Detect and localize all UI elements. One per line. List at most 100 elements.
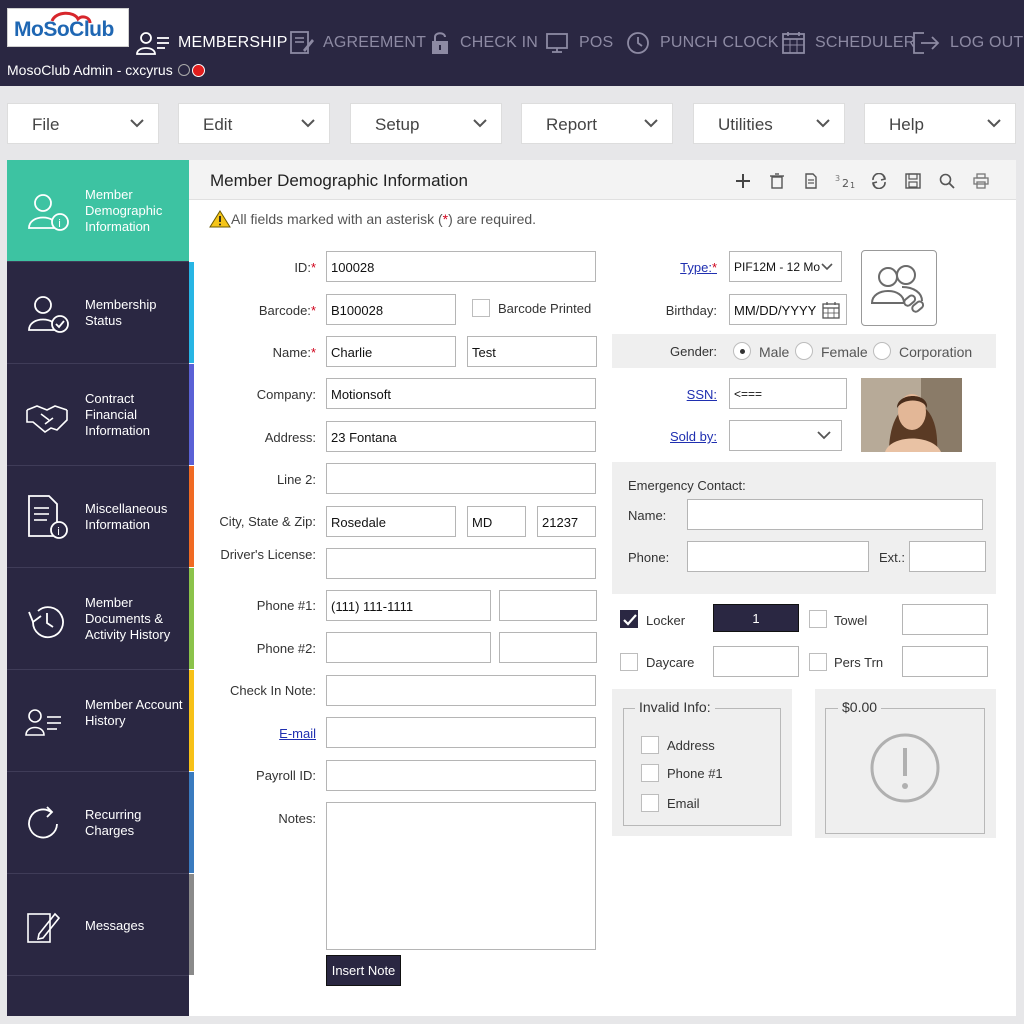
nav-check-in-label: CHECK IN <box>460 34 538 52</box>
type-link[interactable]: Type:* <box>629 260 717 275</box>
company-input[interactable]: Motionsoft <box>326 378 596 409</box>
ssn-input[interactable]: <=== <box>729 378 847 409</box>
sidebar-item-account-history[interactable]: Member Account History <box>7 670 189 772</box>
barcode-printed-checkbox[interactable] <box>472 299 490 317</box>
sidebar-item-miscellaneous[interactable]: i Miscellaneous Information <box>7 466 189 568</box>
pers-trn-input[interactable] <box>902 646 988 677</box>
monitor-icon <box>545 30 571 56</box>
nav-punch-clock[interactable]: PUNCH CLOCK <box>626 26 779 60</box>
nav-membership[interactable]: MEMBERSHIP <box>136 26 288 60</box>
menu-report[interactable]: Report <box>521 103 673 144</box>
invalid-address-checkbox[interactable] <box>641 736 659 754</box>
nav-log-out[interactable]: LOG OUT <box>912 26 1023 60</box>
sidebar-item-recurring-charges[interactable]: Recurring Charges <box>7 772 189 874</box>
gender-male-radio[interactable] <box>733 342 751 360</box>
state-input[interactable]: MD <box>467 506 526 537</box>
gender-label: Gender: <box>629 344 717 359</box>
towel-checkbox[interactable] <box>809 610 827 628</box>
payroll-id-label: Payroll ID: <box>199 768 316 783</box>
main-panel: i Member Demographic Information Members… <box>7 160 1016 1016</box>
sold-by-select[interactable] <box>729 420 842 451</box>
towel-input[interactable] <box>902 604 988 635</box>
check-in-note-input[interactable] <box>326 675 596 706</box>
emergency-phone-input[interactable] <box>687 541 869 572</box>
menu-help[interactable]: Help <box>864 103 1016 144</box>
status-red-icon[interactable] <box>192 64 205 77</box>
gender-female-radio[interactable] <box>795 342 813 360</box>
link-members-button[interactable] <box>861 250 937 326</box>
nav-pos[interactable]: POS <box>545 26 613 60</box>
pers-trn-checkbox[interactable] <box>809 653 827 671</box>
nav-scheduler[interactable]: SCHEDULER <box>781 26 916 60</box>
sidebar-item-contract-financial[interactable]: Contract Financial Information <box>7 364 189 466</box>
phone1-ext-input[interactable] <box>499 590 597 621</box>
sidebar: i Member Demographic Information Members… <box>7 160 189 1016</box>
form-title-bar: Member Demographic Information 321 <box>189 160 1016 200</box>
line2-input[interactable] <box>326 463 596 494</box>
sidebar-item-messages[interactable]: Messages <box>7 874 189 976</box>
nav-check-in[interactable]: CHECK IN <box>430 26 538 60</box>
drivers-license-label: Driver's License: <box>199 547 316 562</box>
last-name-input[interactable]: Test <box>467 336 597 367</box>
moso-club-logo[interactable]: MoSoClub <box>7 8 129 47</box>
invalid-email-checkbox[interactable] <box>641 794 659 812</box>
nav-agreement[interactable]: AGREEMENT <box>289 26 426 60</box>
sidebar-item-label: Member Documents & Activity History <box>85 595 185 643</box>
email-link[interactable]: E-mail <box>199 726 316 741</box>
menu-utilities[interactable]: Utilities <box>693 103 845 144</box>
chevron-down-icon <box>644 118 658 128</box>
delete-button[interactable] <box>760 170 794 192</box>
invalid-phone-label: Phone #1 <box>667 766 723 781</box>
sidebar-item-documents-history[interactable]: Member Documents & Activity History <box>7 568 189 670</box>
daycare-input[interactable] <box>713 646 799 677</box>
menu-setup[interactable]: Setup <box>350 103 502 144</box>
emergency-name-input[interactable] <box>687 499 983 530</box>
city-input[interactable]: Rosedale <box>326 506 456 537</box>
daycare-checkbox[interactable] <box>620 653 638 671</box>
save-button[interactable] <box>896 170 930 192</box>
menu-edit[interactable]: Edit <box>178 103 330 144</box>
status-ring-icon[interactable] <box>178 64 190 76</box>
drivers-license-input[interactable] <box>326 548 596 579</box>
phone1-input[interactable]: (111) 111-1111 <box>326 590 491 621</box>
content-area: Member Demographic Information 321 <box>189 160 1016 1016</box>
email-input[interactable] <box>326 717 596 748</box>
logo-text-club: Club <box>69 18 114 41</box>
refresh-button[interactable] <box>862 170 896 192</box>
search-button[interactable] <box>930 170 964 192</box>
sold-by-link[interactable]: Sold by: <box>629 429 717 444</box>
emergency-ext-label: Ext.: <box>879 550 905 565</box>
id-input[interactable]: 100028 <box>326 251 596 282</box>
menu-file[interactable]: File <box>7 103 159 144</box>
payroll-id-input[interactable] <box>326 760 596 791</box>
sidebar-item-membership-status[interactable]: Membership Status <box>7 262 189 364</box>
ssn-link[interactable]: SSN: <box>629 387 717 402</box>
phone2-ext-input[interactable] <box>499 632 597 663</box>
notes-label: Notes: <box>199 811 316 826</box>
phone2-input[interactable] <box>326 632 491 663</box>
sidebar-item-label: Recurring Charges <box>85 807 185 839</box>
address-input[interactable]: 23 Fontana <box>326 421 596 452</box>
locker-checkbox[interactable] <box>620 610 638 628</box>
document-button[interactable] <box>794 170 828 192</box>
calendar-picker-icon[interactable] <box>822 301 840 319</box>
insert-note-button[interactable]: Insert Note <box>326 955 401 986</box>
gender-corporation-radio[interactable] <box>873 342 891 360</box>
account-history-icon <box>25 708 65 738</box>
history-icon <box>25 602 69 642</box>
print-button[interactable] <box>964 170 998 192</box>
zip-input[interactable]: 21237 <box>537 506 596 537</box>
birthday-input[interactable]: MM/DD/YYYY <box>729 294 847 325</box>
locker-number[interactable]: 1 <box>713 604 799 632</box>
sort-button[interactable]: 321 <box>828 170 862 192</box>
warning-icon <box>209 210 231 228</box>
member-photo[interactable] <box>861 378 962 452</box>
first-name-input[interactable]: Charlie <box>326 336 456 367</box>
emergency-ext-input[interactable] <box>909 541 986 572</box>
barcode-input[interactable]: B100028 <box>326 294 456 325</box>
add-button[interactable] <box>726 170 760 192</box>
notes-textarea[interactable] <box>326 802 596 950</box>
type-select[interactable]: PIF12M - 12 Mo <box>729 251 842 282</box>
invalid-phone-checkbox[interactable] <box>641 764 659 782</box>
sidebar-item-demographic[interactable]: i Member Demographic Information <box>7 160 189 262</box>
